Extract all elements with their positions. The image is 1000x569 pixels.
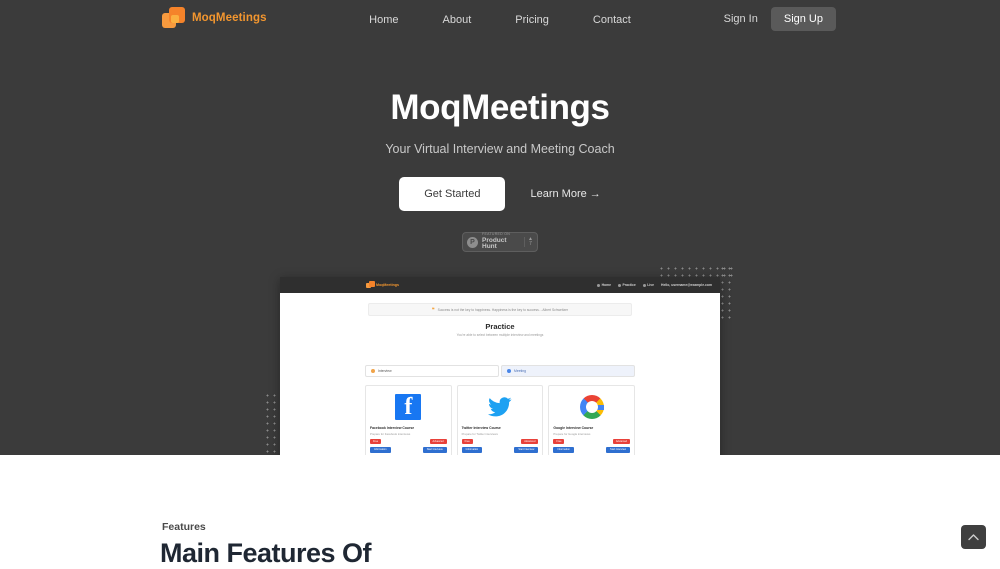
sign-in-link[interactable]: Sign In (720, 13, 762, 25)
badge-price: Free (370, 438, 382, 444)
interview-icon (371, 369, 375, 373)
information-button[interactable]: Information (553, 446, 574, 453)
app-preview-screenshot: MoqMeetings Home Practice Live Hello, us… (280, 277, 720, 455)
tab-interview[interactable]: Interview (365, 365, 499, 377)
chevron-up-icon (968, 534, 979, 541)
preview-logo-icon (366, 281, 375, 289)
course-buttons: Information Start Interview (461, 446, 539, 453)
practice-icon (618, 283, 622, 287)
nav-links: Home About Pricing Contact (0, 0, 1000, 39)
product-hunt-text: FEATURED ON Product Hunt (482, 233, 520, 251)
google-logo-icon (553, 390, 630, 424)
preview-brand-name: MoqMeetings (376, 283, 399, 287)
preview-nav-user-label: Hello, username@example.com (661, 283, 712, 287)
course-card[interactable]: Google Interview Course Prepare for Goog… (548, 385, 636, 455)
preview-nav-practice-label: Practice (622, 283, 636, 287)
course-buttons: Information Start Interview (553, 446, 631, 453)
preview-nav-practice: Practice (618, 283, 636, 287)
badge-level: Advanced (612, 438, 631, 444)
home-icon (597, 283, 601, 287)
sign-up-button[interactable]: Sign Up (770, 7, 836, 31)
start-interview-button[interactable]: Start Interview (422, 446, 447, 453)
quote-icon: ❝ (431, 306, 435, 313)
preview-nav-live-label: Live (647, 283, 655, 287)
product-hunt-badge[interactable]: P FEATURED ON Product Hunt ▲ 7 (462, 232, 538, 252)
course-badges: Free Advanced (553, 438, 631, 444)
tab-interview-label: Interview (378, 369, 392, 373)
tab-meeting-label: Meeting (514, 369, 527, 373)
preview-body: ❝ Success is not the key to happiness. H… (280, 293, 720, 455)
course-card[interactable]: f Facebook Interview Course Prepare for … (365, 385, 452, 455)
course-desc: Prepare for Google interviews (553, 431, 591, 436)
page-title: MoqMeetings (390, 88, 610, 127)
facebook-glyph: f (395, 394, 422, 420)
start-interview-button[interactable]: Start Interview (606, 446, 631, 453)
course-badges: Free Advanced (370, 438, 447, 444)
nav-item-pricing[interactable]: Pricing (515, 14, 549, 26)
auth-actions: Sign In Sign Up (720, 7, 836, 31)
course-title: Google Interview Course (553, 426, 594, 430)
badge-price: Free (553, 438, 565, 444)
preview-heading: Practice (485, 322, 515, 331)
twitter-logo-icon (462, 390, 539, 424)
preview-nav-home-label: Home (601, 283, 612, 287)
preview-course-cards: f Facebook Interview Course Prepare for … (365, 385, 636, 455)
course-card[interactable]: Twitter Interview Course Prepare for Twi… (456, 385, 544, 455)
preview-brand: MoqMeetings (366, 281, 399, 289)
live-icon (642, 283, 646, 287)
start-interview-button[interactable]: Start Interview (514, 446, 539, 453)
course-badges: Free Advanced (461, 438, 539, 444)
scroll-to-top-button[interactable] (961, 525, 986, 549)
facebook-logo-icon: f (370, 390, 447, 424)
product-hunt-upvote[interactable]: ▲ 7 (524, 237, 533, 247)
cta-row: Get Started Learn More → (0, 177, 1000, 211)
product-hunt-name: Product Hunt (482, 236, 507, 251)
upvote-count: 7 (529, 241, 532, 247)
course-buttons: Information Start Interview (370, 446, 447, 453)
get-started-button[interactable]: Get Started (399, 177, 506, 211)
course-title: Twitter Interview Course (461, 426, 501, 430)
product-hunt-icon: P (467, 236, 478, 248)
course-title: Facebook Interview Course (370, 426, 415, 430)
information-button[interactable]: Information (461, 446, 483, 453)
badge-level: Advanced (429, 438, 447, 444)
preview-quote-bar: ❝ Success is not the key to happiness. H… (368, 303, 632, 316)
dot-pattern-top-right-vertical (719, 265, 734, 323)
preview-nav-live: Live (642, 283, 655, 287)
preview-tabs: Interview Meeting (365, 365, 635, 377)
tab-meeting[interactable]: Meeting (501, 365, 635, 377)
features-kicker: Features (162, 521, 206, 533)
course-desc: Prepare for Facebook interviews (370, 431, 411, 436)
learn-more-link[interactable]: Learn More → (530, 188, 600, 200)
badge-level: Advanced (521, 438, 539, 444)
badge-price: Free (461, 438, 473, 444)
preview-nav-user: Hello, username@example.com (661, 283, 712, 287)
dot-pattern-bottom-left (264, 392, 279, 455)
page-subtitle: Your Virtual Interview and Meeting Coach (385, 142, 615, 156)
hero-section: MoqMeetings Home About Pricing Contact S… (0, 0, 1000, 455)
preview-nav-items: Home Practice Live Hello, username@examp… (597, 283, 712, 287)
information-button[interactable]: Information (370, 446, 391, 453)
features-title: Main Features Of (160, 538, 372, 568)
nav-item-contact[interactable]: Contact (593, 14, 631, 26)
preview-subheading: You're able to select between multiple i… (456, 333, 544, 337)
navbar: MoqMeetings Home About Pricing Contact S… (0, 0, 1000, 39)
preview-nav-home: Home (597, 283, 611, 287)
features-section: Features Main Features Of (0, 455, 1000, 568)
course-desc: Prepare for Twitter interviews (461, 431, 498, 436)
meeting-icon (507, 369, 511, 373)
preview-quote-text: Success is not the key to happiness. Hap… (437, 307, 569, 312)
nav-item-home[interactable]: Home (369, 14, 398, 26)
nav-item-about[interactable]: About (443, 14, 472, 26)
preview-navbar: MoqMeetings Home Practice Live Hello, us… (280, 277, 720, 293)
